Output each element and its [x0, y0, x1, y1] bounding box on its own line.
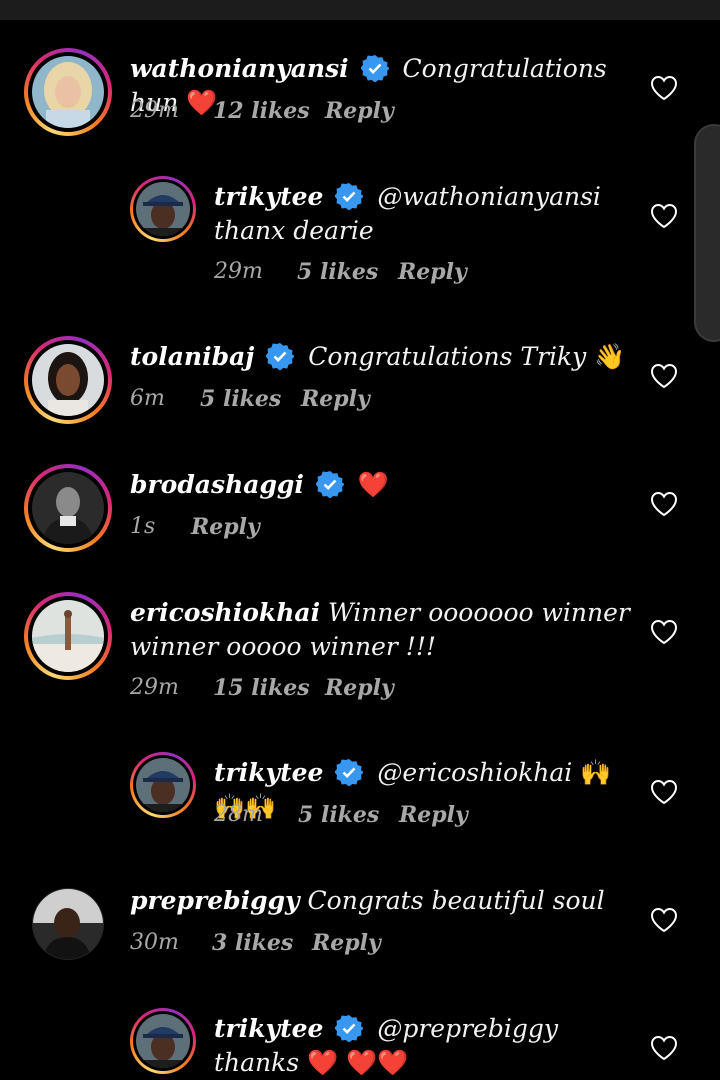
avatar[interactable]: [32, 888, 104, 960]
comment-time: 29m: [130, 98, 179, 123]
waving-hand-emoji: 👋: [594, 342, 626, 371]
likes-count[interactable]: 5 likes: [297, 259, 378, 285]
comment-time: 29m: [214, 259, 263, 284]
heart-outline-icon[interactable]: [650, 363, 678, 389]
heart-emoji: ❤️❤️: [346, 1048, 409, 1077]
status-bar: [0, 0, 720, 20]
comment-username[interactable]: brodashaggi: [130, 470, 304, 499]
comment-username[interactable]: preprebiggy: [130, 886, 300, 915]
comment-text: Congratulations Triky: [308, 342, 587, 371]
comment-username[interactable]: tolanibaj: [130, 342, 254, 371]
likes-count[interactable]: 5 likes: [200, 386, 281, 412]
heart-outline-icon[interactable]: [650, 203, 678, 229]
likes-count[interactable]: 12 likes: [213, 98, 310, 124]
reply-button[interactable]: Reply: [301, 386, 370, 412]
heart-outline-icon[interactable]: [650, 1035, 678, 1061]
likes-count[interactable]: 5 likes: [298, 802, 379, 828]
comment-time: 28m: [214, 802, 263, 827]
heart-emoji: ❤️: [307, 1048, 339, 1077]
comment-time: 30m: [130, 930, 179, 955]
heart-outline-icon[interactable]: [650, 491, 678, 517]
comment-time: 1s: [130, 514, 156, 539]
heart-outline-icon[interactable]: [650, 619, 678, 645]
verified-badge-icon: [335, 1015, 364, 1042]
avatar[interactable]: [24, 336, 112, 424]
comment-text: Congrats beautiful soul: [307, 886, 605, 915]
avatar-man-hat-icon: [136, 182, 190, 236]
verified-badge-icon: [335, 183, 364, 210]
heart-emoji: ❤️: [357, 470, 389, 499]
avatar[interactable]: [130, 752, 196, 818]
comment-time: 6m: [130, 386, 165, 411]
avatar-man-bw-icon: [32, 472, 104, 544]
comment-username[interactable]: trikytee: [214, 1014, 323, 1043]
verified-badge-icon: [266, 343, 295, 370]
likes-count[interactable]: 3 likes: [212, 930, 293, 956]
reply-button[interactable]: Reply: [325, 675, 394, 701]
heart-outline-icon[interactable]: [650, 779, 678, 805]
comment-time: 29m: [130, 675, 179, 700]
avatar-man-hat-icon: [136, 1014, 190, 1068]
comment-text: @ericoshiokhai: [377, 758, 573, 787]
comment-username[interactable]: wathonianyansi: [130, 54, 349, 83]
avatar[interactable]: [24, 592, 112, 680]
comment-username[interactable]: trikytee: [214, 182, 323, 211]
comment-username[interactable]: trikytee: [214, 758, 323, 787]
reply-button[interactable]: Reply: [191, 514, 260, 540]
scrollbar-thumb[interactable]: [694, 124, 720, 342]
comment-username[interactable]: ericoshiokhai: [130, 598, 320, 627]
avatar-beach-icon: [32, 600, 104, 672]
likes-count[interactable]: 15 likes: [213, 675, 310, 701]
avatar-woman-icon: [32, 344, 104, 416]
reply-button[interactable]: Reply: [398, 259, 467, 285]
reply-button[interactable]: Reply: [399, 802, 468, 828]
avatar[interactable]: [24, 48, 112, 136]
avatar-man-hat-icon: [136, 758, 190, 812]
verified-badge-icon: [335, 759, 364, 786]
avatar[interactable]: [130, 176, 196, 242]
heart-outline-icon[interactable]: [650, 75, 678, 101]
reply-button[interactable]: Reply: [325, 98, 394, 124]
avatar[interactable]: [24, 464, 112, 552]
avatar[interactable]: [130, 1008, 196, 1074]
avatar-selfie-icon: [33, 889, 103, 959]
avatar-blonde-woman-icon: [32, 56, 104, 128]
heart-outline-icon[interactable]: [650, 907, 678, 933]
verified-badge-icon: [360, 55, 389, 82]
verified-badge-icon: [315, 471, 344, 498]
reply-button[interactable]: Reply: [312, 930, 381, 956]
